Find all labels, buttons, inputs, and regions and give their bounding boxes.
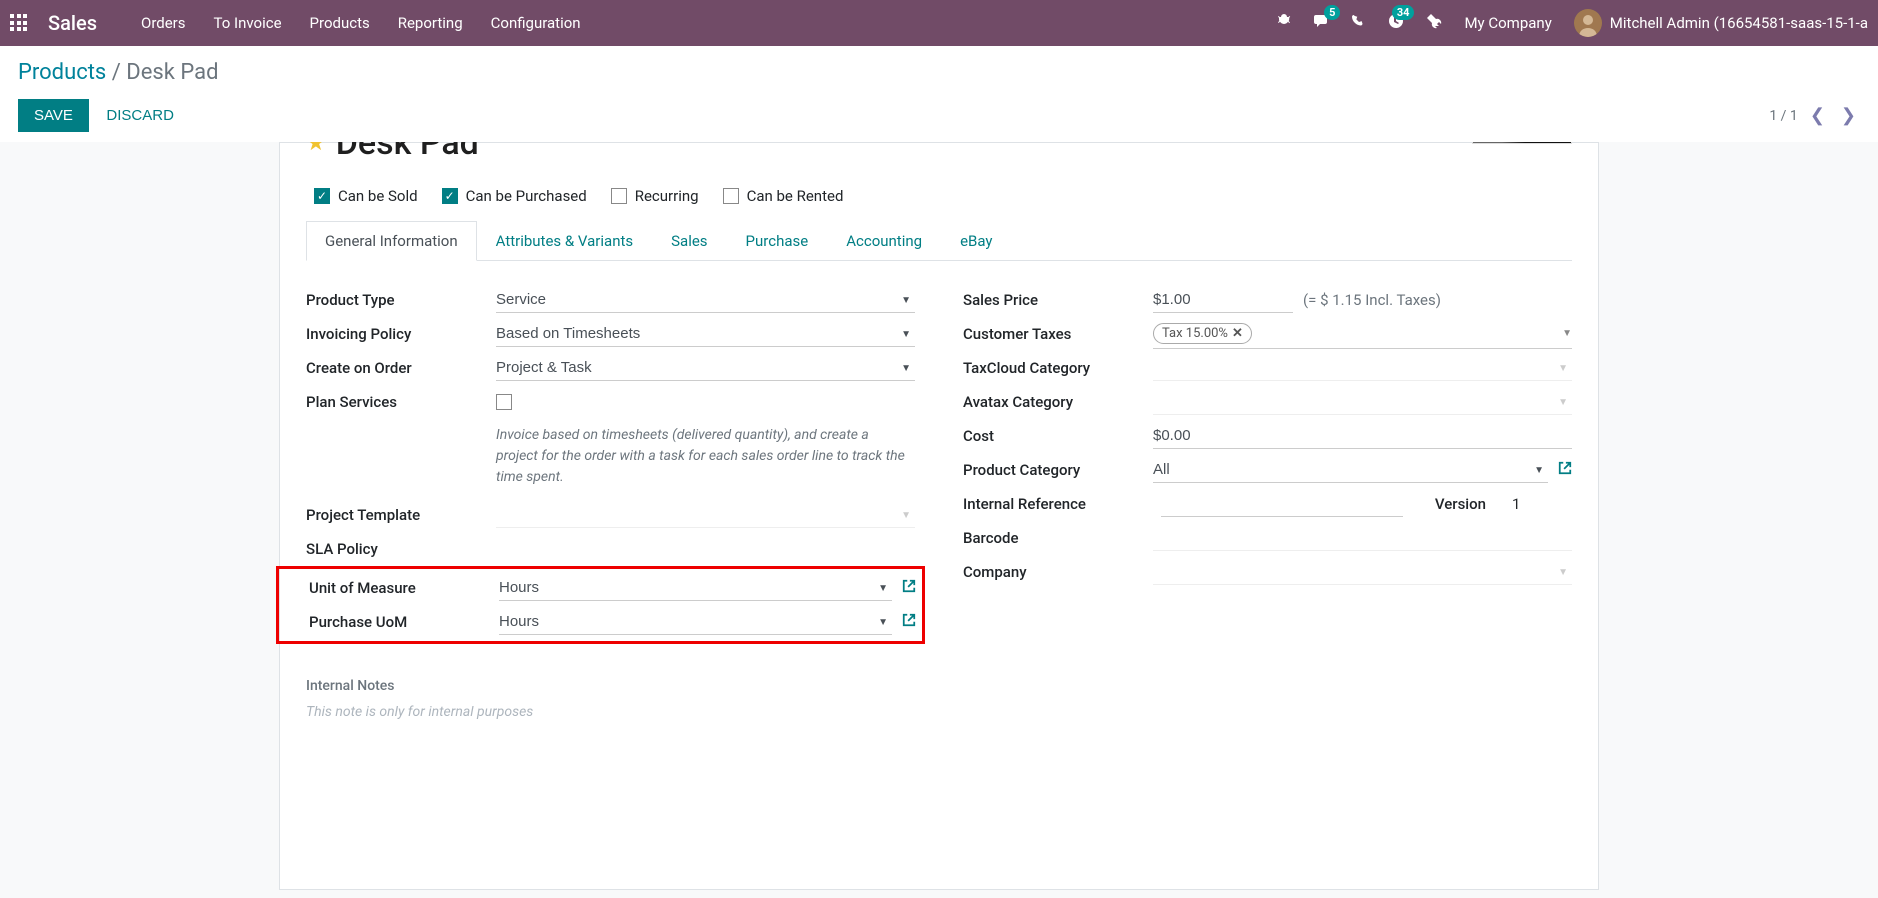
purchase-uom-select[interactable] bbox=[499, 609, 892, 635]
tab-accounting[interactable]: Accounting bbox=[827, 221, 941, 260]
breadcrumb-current: Desk Pad bbox=[126, 60, 218, 85]
label-cost: Cost bbox=[963, 427, 1153, 445]
internal-notes-placeholder[interactable]: This note is only for internal purposes bbox=[306, 704, 1572, 720]
help-text: Invoice based on timesheets (delivered q… bbox=[496, 419, 915, 498]
activities-icon[interactable]: 34 bbox=[1388, 13, 1404, 33]
breadcrumb-products[interactable]: Products bbox=[18, 60, 106, 85]
activities-badge: 34 bbox=[1392, 5, 1415, 20]
tab-purchase[interactable]: Purchase bbox=[727, 221, 828, 260]
product-image[interactable] bbox=[1472, 142, 1572, 144]
label-internal-reference: Internal Reference bbox=[963, 495, 1153, 513]
tab-attributes-variants[interactable]: Attributes & Variants bbox=[477, 221, 652, 260]
pager-next[interactable]: ❯ bbox=[1837, 105, 1860, 126]
label-version: Version bbox=[1411, 495, 1504, 513]
cost-input[interactable] bbox=[1153, 423, 1572, 449]
checkbox-can-be-sold[interactable]: ✓ Can be Sold bbox=[314, 187, 418, 205]
label-unit-of-measure: Unit of Measure bbox=[309, 579, 499, 597]
tab-general-information[interactable]: General Information bbox=[306, 221, 477, 261]
product-type-select[interactable] bbox=[496, 287, 915, 313]
barcode-input[interactable] bbox=[1153, 525, 1572, 551]
breadcrumb: Products / Desk Pad bbox=[18, 60, 1860, 85]
user-name: Mitchell Admin (16654581-saas-15-1-a bbox=[1610, 14, 1868, 32]
form-sheet: ★ Desk Pad ✓ Can be Sold ✓ Can be Purcha… bbox=[279, 142, 1599, 890]
checkbox-can-be-rented[interactable]: Can be Rented bbox=[723, 187, 844, 205]
messages-badge: 5 bbox=[1324, 5, 1340, 20]
label-sla-policy: SLA Policy bbox=[306, 540, 496, 558]
pager-prev[interactable]: ❮ bbox=[1806, 105, 1829, 126]
label-plan-services: Plan Services bbox=[306, 393, 496, 411]
avatar bbox=[1574, 9, 1602, 37]
check-icon bbox=[723, 188, 739, 204]
menu-configuration[interactable]: Configuration bbox=[491, 14, 581, 32]
product-category-select[interactable] bbox=[1153, 457, 1548, 483]
menu-orders[interactable]: Orders bbox=[141, 14, 186, 32]
tab-ebay[interactable]: eBay bbox=[941, 221, 1011, 260]
menu-products[interactable]: Products bbox=[310, 14, 370, 32]
caret-down-icon: ▼ bbox=[1562, 328, 1572, 339]
messages-icon[interactable]: 5 bbox=[1314, 13, 1330, 33]
version-value: 1 bbox=[1512, 495, 1572, 513]
company-select[interactable] bbox=[1153, 559, 1572, 585]
highlight-box: Unit of Measure ▼ Purchase UoM bbox=[276, 566, 925, 644]
save-button[interactable]: SAVE bbox=[18, 99, 89, 132]
bug-icon[interactable] bbox=[1276, 13, 1292, 33]
label-product-category: Product Category bbox=[963, 461, 1153, 479]
phone-icon[interactable] bbox=[1352, 14, 1366, 33]
label-taxcloud-category: TaxCloud Category bbox=[963, 359, 1153, 377]
control-panel: Products / Desk Pad SAVE DISCARD 1 / 1 ❮… bbox=[0, 46, 1878, 142]
label-invoicing-policy: Invoicing Policy bbox=[306, 325, 496, 343]
internal-reference-input[interactable] bbox=[1161, 491, 1403, 517]
apps-icon[interactable] bbox=[10, 14, 28, 32]
label-barcode: Barcode bbox=[963, 529, 1153, 547]
project-template-select[interactable] bbox=[496, 502, 915, 528]
unit-of-measure-select[interactable] bbox=[499, 575, 892, 601]
company-name[interactable]: My Company bbox=[1464, 14, 1551, 32]
menu-reporting[interactable]: Reporting bbox=[398, 14, 463, 32]
external-link-icon[interactable] bbox=[902, 613, 916, 631]
sales-price-input[interactable] bbox=[1153, 287, 1293, 313]
plan-services-checkbox[interactable] bbox=[496, 394, 512, 410]
tab-sales[interactable]: Sales bbox=[652, 221, 726, 260]
sales-price-note: (= $ 1.15 Incl. Taxes) bbox=[1293, 291, 1572, 309]
tabs: General Information Attributes & Variant… bbox=[306, 221, 1572, 261]
tools-icon[interactable] bbox=[1426, 13, 1442, 33]
label-create-on-order: Create on Order bbox=[306, 359, 496, 377]
product-title[interactable]: Desk Pad bbox=[336, 142, 1462, 163]
checkbox-recurring[interactable]: Recurring bbox=[611, 187, 699, 205]
label-project-template: Project Template bbox=[306, 506, 496, 524]
user-menu[interactable]: Mitchell Admin (16654581-saas-15-1-a bbox=[1574, 9, 1868, 37]
label-product-type: Product Type bbox=[306, 291, 496, 309]
tag-remove-icon[interactable]: ✕ bbox=[1232, 326, 1243, 341]
label-avatax-category: Avatax Category bbox=[963, 393, 1153, 411]
check-icon bbox=[611, 188, 627, 204]
favorite-star-icon[interactable]: ★ bbox=[306, 142, 326, 156]
check-icon: ✓ bbox=[314, 188, 330, 204]
top-navbar: Sales Orders To Invoice Products Reporti… bbox=[0, 0, 1878, 46]
customer-taxes-field[interactable]: Tax 15.00% ✕ ▼ bbox=[1153, 319, 1572, 349]
internal-notes-heading: Internal Notes bbox=[306, 678, 1572, 694]
invoicing-policy-select[interactable] bbox=[496, 321, 915, 347]
discard-button[interactable]: DISCARD bbox=[92, 99, 188, 132]
checkbox-can-be-purchased[interactable]: ✓ Can be Purchased bbox=[442, 187, 587, 205]
main-menu: Orders To Invoice Products Reporting Con… bbox=[141, 14, 581, 32]
pager: 1 / 1 ❮ ❯ bbox=[1769, 105, 1860, 126]
label-company: Company bbox=[963, 563, 1153, 581]
menu-to-invoice[interactable]: To Invoice bbox=[214, 14, 282, 32]
app-brand[interactable]: Sales bbox=[48, 11, 97, 35]
tax-tag: Tax 15.00% ✕ bbox=[1153, 323, 1252, 344]
taxcloud-category-select[interactable] bbox=[1153, 355, 1572, 381]
pager-text: 1 / 1 bbox=[1769, 108, 1797, 124]
label-sales-price: Sales Price bbox=[963, 291, 1153, 309]
create-on-order-select[interactable] bbox=[496, 355, 915, 381]
label-customer-taxes: Customer Taxes bbox=[963, 325, 1153, 343]
avatax-category-select[interactable] bbox=[1153, 389, 1572, 415]
check-icon: ✓ bbox=[442, 188, 458, 204]
label-purchase-uom: Purchase UoM bbox=[309, 613, 499, 631]
external-link-icon[interactable] bbox=[902, 579, 916, 597]
external-link-icon[interactable] bbox=[1558, 461, 1572, 479]
